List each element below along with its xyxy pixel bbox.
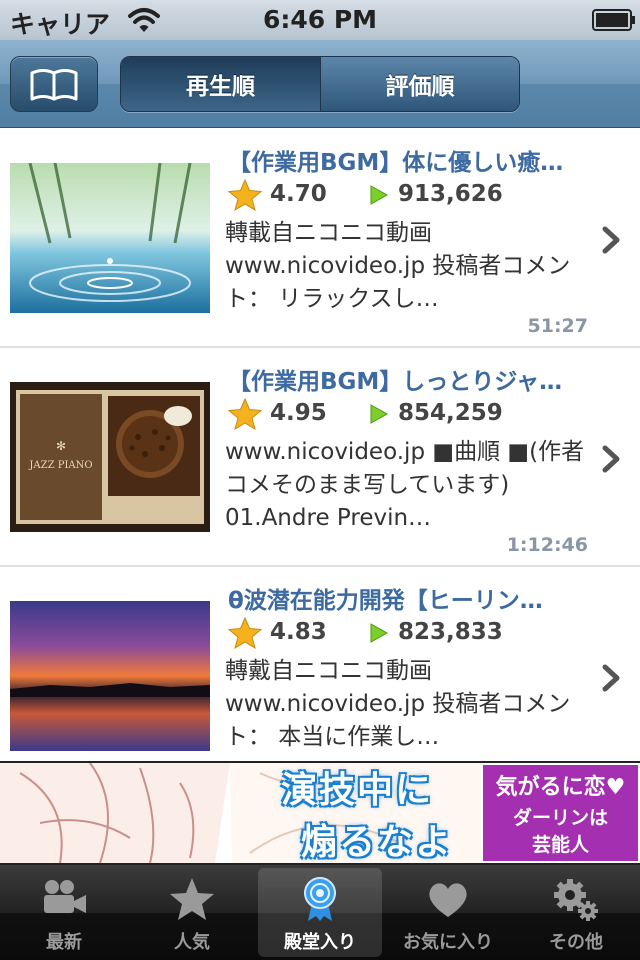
rating-star-icon	[228, 179, 262, 211]
tab-more[interactable]: その他	[512, 865, 640, 960]
status-bar: キャリア 6:46 PM	[0, 0, 640, 40]
banner-tagline-box: 気がるに恋♥ ダーリンは 芸能人	[483, 765, 638, 861]
tab-hall-of-fame[interactable]: 殿堂入り	[258, 868, 382, 957]
navigation-bar: 再生順 評価順	[0, 40, 640, 128]
video-duration: 51:27	[527, 315, 588, 337]
gears-icon	[554, 879, 598, 921]
chevron-right-icon	[602, 664, 620, 692]
rating-value: 4.95	[270, 400, 327, 426]
video-title: 【作業用BGM】体に優しい癒…	[228, 150, 564, 176]
sort-segmented-control: 再生順 評価順	[120, 56, 520, 112]
view-count: 823,833	[398, 619, 503, 645]
video-description: 轉載自ニコニコ動画 www.nicovideo.jp 投稿者コメント： リラック…	[225, 220, 571, 312]
sort-by-plays-segment[interactable]: 再生順	[121, 57, 320, 111]
video-description: www.nicovideo.jp ■曲順 ■(作者コメそのまま写しています) 0…	[225, 439, 585, 531]
tab-label: お気に入り	[403, 932, 493, 953]
video-list-item[interactable]: 【作業用BGM】体に優しい癒… 4.70 913,626 轉載自ニコニコ動画 w…	[0, 129, 640, 348]
video-list-item[interactable]: ✻ JAZZ PIANO 【作業用BGM】しっとりジャ… 4.95 854,25…	[0, 348, 640, 567]
open-book-icon	[30, 69, 78, 101]
tab-favorites[interactable]: お気に入り	[384, 865, 512, 960]
video-thumbnail	[10, 601, 210, 751]
bookmarks-button[interactable]	[10, 56, 98, 112]
view-count: 854,259	[398, 400, 503, 426]
play-count-icon	[370, 185, 388, 205]
award-ribbon-icon	[304, 877, 336, 921]
tab-popular[interactable]: 人気	[128, 865, 256, 960]
tab-label: その他	[549, 932, 603, 953]
banner-tagline-line1: 気がるに恋♥	[495, 775, 626, 800]
banner-headline-line2: 煽るなよ	[300, 822, 453, 863]
video-thumbnail: ✻ JAZZ PIANO	[10, 382, 210, 532]
video-duration: 1:12:46	[506, 534, 588, 556]
banner-tagline-line3: 芸能人	[531, 834, 589, 856]
video-description: 轉戴自ニコニコ動画 www.nicovideo.jp 投稿者コメント： 本当に作…	[225, 658, 571, 750]
video-camera-icon	[44, 880, 86, 913]
rating-value: 4.70	[270, 181, 327, 207]
tab-label: 人気	[174, 932, 210, 953]
rating-star-icon	[228, 398, 262, 430]
view-count: 913,626	[398, 181, 503, 207]
heart-icon	[429, 883, 467, 917]
rating-star-icon	[228, 617, 262, 649]
banner-headline: 演技中に 煽るなよ	[232, 765, 482, 863]
video-title: 【作業用BGM】しっとりジャ…	[228, 369, 563, 395]
tab-latest[interactable]: 最新	[0, 865, 128, 960]
video-title: θ波潜在能力開発【ヒーリン…	[228, 588, 543, 614]
rating-value: 4.83	[270, 619, 327, 645]
video-list-item[interactable]: θ波潜在能力開発【ヒーリン… 4.83 823,833 轉戴自ニコニコ動画 ww…	[0, 567, 640, 761]
banner-tagline-line2: ダーリンは	[512, 807, 608, 829]
chevron-right-icon	[602, 226, 620, 254]
video-list: 【作業用BGM】体に優しい癒… 4.70 913,626 轉載自ニコニコ動画 w…	[0, 129, 640, 761]
play-count-icon	[370, 404, 388, 424]
tab-bar: 最新 人気 殿堂入り お気に入り その他	[0, 865, 640, 960]
tab-label: 殿堂入り	[284, 932, 356, 953]
svg-text:JAZZ PIANO: JAZZ PIANO	[28, 460, 92, 471]
status-time: 6:46 PM	[262, 5, 378, 34]
sort-by-rating-segment[interactable]: 評価順	[320, 57, 519, 111]
battery-icon	[592, 9, 635, 31]
video-thumbnail	[10, 163, 210, 313]
advertisement-banner[interactable]: 演技中に 煽るなよ 気がるに恋♥ ダーリンは 芸能人	[0, 761, 640, 865]
svg-text:✻: ✻	[56, 439, 66, 453]
play-count-icon	[370, 623, 388, 643]
star-icon	[170, 878, 214, 920]
chevron-right-icon	[602, 445, 620, 473]
banner-headline-line1: 演技中に	[280, 770, 433, 811]
tab-label: 最新	[46, 932, 82, 953]
